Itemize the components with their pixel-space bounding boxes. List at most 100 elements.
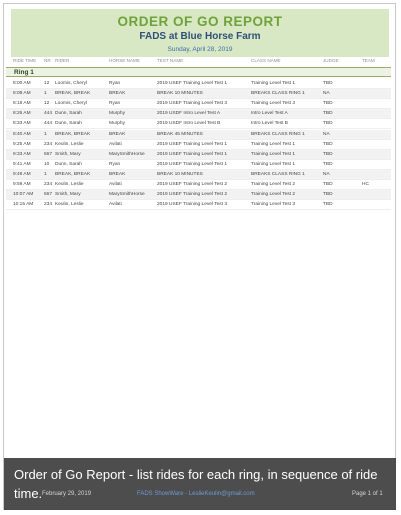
table-cell: BREAK, BREAK: [55, 91, 91, 97]
table-cell: Training Level Test 1: [251, 81, 295, 86]
table-row: 8:00 AM 12 Loomis, Cheryl Ryan 2019 USEF Tra…: [6, 79, 391, 89]
table-cell: Loomis, Cheryl: [55, 81, 87, 86]
table-cell: Keulin, Leslie: [55, 202, 84, 208]
table-cell: Ryan: [109, 101, 121, 107]
table-cell: TBD: [323, 182, 333, 187]
table-cell: 444: [44, 111, 53, 117]
table-row: 10:15 AM 234 Keulin, Leslie Avilati 2019 USE…: [6, 200, 391, 211]
table-cell: 1: [44, 91, 47, 97]
table-row: 9:25 AM 234 Keulin, Leslie Avilati 2019 USEF…: [6, 140, 391, 150]
table-cell: Dunn, Sarah: [55, 121, 82, 127]
table-row: 8:18 AM 12 Loomis, Cheryl Ryan 2019 USEF Tra…: [6, 99, 391, 110]
table-cell: 10: [44, 161, 50, 167]
table-cell: Training Level Test 1: [251, 161, 295, 167]
table-cell: TBD: [323, 101, 333, 107]
table-row: 9:49 AM 1 BREAK, BREAK BREAK BREAK 10 MINUTE…: [6, 169, 391, 180]
table-cell: Loomis, Cheryl: [55, 101, 87, 107]
table-cell: 1: [44, 131, 47, 137]
table-cell: 12: [44, 81, 50, 86]
table-cell: Training Level Test 2: [251, 192, 295, 198]
table-cell: BREAK 10 MINUTES: [157, 171, 203, 177]
table-cell: 9:33 AM: [13, 151, 31, 157]
table-cell: HC: [362, 182, 369, 187]
table-cell: 8:33 AM: [13, 121, 31, 127]
table-cell: 9:25 AM: [13, 141, 31, 147]
caption-overlay: Order of Go Report - list rides for each…: [4, 458, 396, 510]
table-cell: TBD: [323, 161, 333, 167]
report-header: ORDER OF GO REPORT FADS at Blue Horse Fa…: [11, 9, 389, 57]
table-cell: Training Level Test 1: [251, 141, 295, 147]
table-cell: Keulin, Leslie: [55, 141, 84, 147]
table-cell: BREAK: [109, 91, 126, 97]
table-cell: 2019 USDF Intro Level Test B: [157, 121, 221, 127]
column-header: TEST NAME: [157, 58, 184, 63]
table-row: 8:40 AM 1 BREAK, BREAK BREAK BREAK 45 MINUTE…: [6, 129, 391, 140]
table-cell: BREAK: [109, 171, 126, 177]
table-cell: 8:18 AM: [13, 101, 31, 107]
table-cell: 567: [44, 192, 53, 198]
table-cell: Murphy: [109, 121, 125, 127]
table-cell: Intro Level Test A: [251, 111, 288, 117]
column-header: HORSE NAME: [109, 58, 140, 63]
column-header: NR: [44, 58, 51, 63]
table-cell: NA: [323, 91, 330, 97]
table-cell: MarySmithHorse: [109, 192, 145, 198]
table-cell: 2019 USEF Training Level Test 1: [157, 161, 228, 167]
table-cell: Murphy: [109, 111, 125, 117]
table-cell: Training Level Test 2: [251, 182, 295, 187]
footer-page-number: Page 1 of 1: [352, 491, 383, 497]
table-cell: Avilati: [109, 141, 122, 147]
table-cell: BREAKS CLASS RING 1: [251, 131, 305, 137]
column-headers: RIDE TIME NR RIDER HORSE NAME TEST NAME …: [6, 58, 391, 67]
table-cell: 10:15 AM: [13, 202, 34, 208]
table-cell: Intro Level Test B: [251, 121, 288, 127]
report-subtitle: FADS at Blue Horse Farm: [139, 31, 261, 42]
table-cell: BREAK: [109, 131, 126, 137]
table-cell: Training Level Test 3: [251, 202, 295, 208]
table-cell: 10:07 AM: [13, 192, 34, 198]
table-cell: Ryan: [109, 161, 121, 167]
table-cell: NA: [323, 131, 330, 137]
table-cell: 8:08 AM: [13, 91, 31, 97]
table-cell: 567: [44, 151, 53, 157]
table-cell: Dunn, Sarah: [55, 111, 82, 117]
table-cell: Dunn, Sarah: [55, 161, 82, 167]
table-cell: Smith, Mary: [55, 151, 81, 157]
table-row: 9:41 AM 10 Dunn, Sarah Ryan 2019 USEF Traini…: [6, 160, 391, 170]
table-cell: NA: [323, 171, 330, 177]
table-cell: 8:00 AM: [13, 81, 31, 86]
table-cell: 2019 USEF Training Level Test 1: [157, 81, 228, 86]
table-cell: Avilati: [109, 202, 122, 208]
table-cell: TBD: [323, 151, 333, 157]
table-cell: 9:41 AM: [13, 161, 31, 167]
table-cell: BREAK, BREAK: [55, 171, 91, 177]
table-row: 8:26 AM 444 Dunn, Sarah Murphy 2019 USDF Int…: [6, 109, 391, 120]
table-cell: TBD: [323, 81, 333, 86]
table-row: 9:33 AM 567 Smith, Mary MarySmithHorse 2019 …: [6, 149, 391, 160]
table-row: 9:59 AM 234 Keulin, Leslie Avilati 2019 USEF…: [6, 180, 391, 190]
column-header: RIDER: [55, 58, 70, 63]
table-cell: 2019 USEF Training Level Test 3: [157, 101, 228, 107]
table-cell: Keulin, Leslie: [55, 182, 84, 187]
table-cell: 8:40 AM: [13, 131, 31, 137]
table-cell: 234: [44, 141, 53, 147]
table-cell: 234: [44, 182, 53, 187]
table-cell: Avilati: [109, 182, 122, 187]
table-cell: 2019 USDF Intro Level Test A: [157, 111, 221, 117]
table-cell: 12: [44, 101, 50, 107]
table-cell: 9:59 AM: [13, 182, 31, 187]
table-cell: TBD: [323, 111, 333, 117]
table-row: 10:07 AM 567 Smith, Mary MarySmithHorse 2019…: [6, 190, 391, 201]
table-cell: 2019 USEF Training Level Test 1: [157, 141, 228, 147]
table-cell: 2019 USEF Training Level Test 2: [157, 192, 228, 198]
table-cell: TBD: [323, 141, 333, 147]
table-cell: BREAK 10 MINUTES: [157, 91, 203, 97]
footer-date: February 29, 2019: [42, 491, 92, 497]
table-cell: 2019 USEF Training Level Test 2: [157, 182, 228, 187]
table-cell: Training Level Test 3: [251, 101, 295, 107]
table-cell: 8:26 AM: [13, 111, 31, 117]
table-cell: Ryan: [109, 81, 121, 86]
table-cell: 2019 USEF Training Level Test 3: [157, 202, 228, 208]
table-cell: 2019 USEF Training Level Test 1: [157, 151, 228, 157]
table-cell: Smith, Mary: [55, 192, 81, 198]
